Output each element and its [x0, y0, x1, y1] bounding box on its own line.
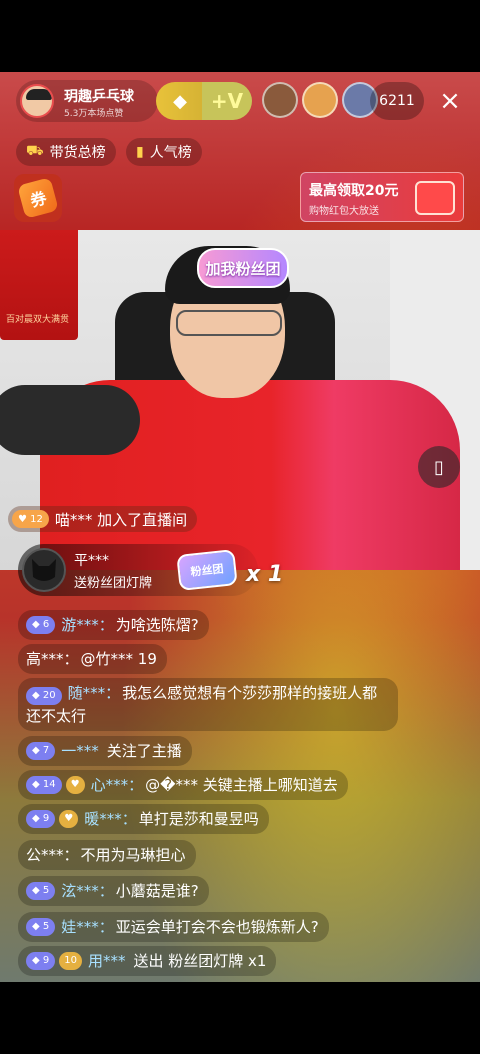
chat-message[interactable]: ◆ 6 游***： 为啥选陈熠?	[18, 610, 209, 640]
level-badge: ◆ 9	[26, 952, 56, 970]
gift-sender-name: 平***	[74, 553, 109, 569]
chat-message[interactable]: ◆ 9 10 用*** 送出 粉丝团灯牌 x1	[18, 946, 277, 976]
chat-user[interactable]: 泫***：	[61, 880, 114, 902]
level-badge: ◆ 6	[26, 616, 56, 634]
chat-text: 不用为马琳担心	[80, 846, 186, 864]
level-badge: ◆ 5	[26, 918, 56, 936]
chat-user[interactable]: 用***	[88, 950, 126, 972]
coupon-icon: 券	[17, 177, 59, 219]
chat-text: 关注了主播	[106, 742, 182, 760]
anchor-avatar[interactable]	[20, 84, 54, 118]
chat-user[interactable]: 娃***：	[61, 916, 114, 938]
chat-user[interactable]: 公***：	[26, 844, 79, 866]
viewer-avatar[interactable]	[302, 82, 338, 118]
chat-text: 送出 粉丝团灯牌 x1	[133, 952, 267, 970]
coupon-button[interactable]: 券	[14, 174, 62, 222]
viewer-avatar[interactable]	[262, 82, 298, 118]
chat-message[interactable]: 公***： 不用为马琳担心	[18, 840, 196, 870]
popularity-rank-label: 人气榜	[149, 145, 192, 161]
red-packet-banner[interactable]: 最高领取20元 购物红包大放送	[300, 172, 464, 222]
screen-rotate-icon[interactable]: ▯	[418, 446, 460, 488]
gift-description: 送粉丝团灯牌	[74, 576, 153, 591]
anchor-likes: 5.3万本场点赞	[64, 109, 124, 119]
chat-text: 亚运会单打会不会也锻炼新人?	[115, 918, 319, 936]
level-badge: ◆ 9	[26, 810, 56, 828]
close-icon[interactable]: ×	[432, 82, 468, 120]
chat-message[interactable]: ◆ 14 ♥ 心***： @�*** 关键主播上哪知道去	[18, 770, 348, 800]
gift-sender-avatar[interactable]	[22, 548, 66, 592]
join-text: 喵*** 加入了直播间	[54, 510, 188, 529]
join-notice: ♥ 12 喵*** 加入了直播间	[8, 506, 198, 532]
gift-count: x 1	[246, 562, 284, 587]
streamer-glasses	[176, 310, 282, 336]
microphone	[0, 385, 140, 455]
chat-message[interactable]: ◆ 5 娃***： 亚运会单打会不会也锻炼新人?	[18, 912, 329, 942]
fan-badge: 10	[59, 952, 82, 970]
chat-user[interactable]: 心***：	[91, 774, 144, 796]
chat-text: 单打是莎和曼昱吗	[138, 810, 259, 828]
anchor-card[interactable]: 玥趣乒乓球 5.3万本场点赞	[16, 80, 158, 122]
chat-text: @竹*** 19	[80, 650, 157, 668]
chat-text: 小蘑菇是谁?	[115, 882, 199, 900]
level-badge: ◆ 20	[26, 687, 62, 705]
fan-club-light-icon: 粉丝团	[176, 549, 238, 591]
chat-message[interactable]: ◆ 5 泫***： 小蘑菇是谁?	[18, 876, 209, 906]
bar-chart-icon: ▮	[136, 144, 144, 160]
red-packet-title: 最高领取20元	[309, 183, 399, 199]
chat-message[interactable]: ◆ 7 一*** 关注了主播	[18, 736, 192, 766]
red-packet-subtitle: 购物红包大放送	[309, 206, 379, 217]
sales-rank-label: 带货总榜	[49, 145, 106, 161]
anchor-name: 玥趣乒乓球	[64, 89, 134, 105]
level-badge: ◆ 14	[26, 776, 62, 794]
sales-rank-button[interactable]: ⛟ 带货总榜	[16, 138, 116, 166]
join-fan-club-sticker[interactable]: 加我粉丝团	[197, 248, 289, 288]
chat-message[interactable]: ◆ 9 ♥ 暖***： 单打是莎和曼昱吗	[18, 804, 269, 834]
chat-text: @�*** 关键主播上哪知道去	[145, 776, 338, 794]
red-envelope-icon	[415, 181, 455, 215]
poster-text: 百对晨双大满贯	[6, 315, 70, 325]
chat-text: 为啥选陈熠?	[115, 616, 199, 634]
chat-user[interactable]: 游***：	[61, 614, 114, 636]
diamond-icon[interactable]: ◆	[156, 82, 204, 120]
level-badge: ♥ 12	[12, 510, 49, 528]
gift-banner: 平*** 送粉丝团灯牌 粉丝团	[18, 544, 258, 596]
fan-badge: ♥	[59, 810, 79, 828]
plus-v-badge[interactable]: +V	[202, 82, 252, 120]
fan-badge: ♥	[65, 776, 85, 794]
cat-icon	[32, 559, 56, 581]
popularity-rank-button[interactable]: ▮ 人气榜	[126, 138, 202, 166]
viewer-count[interactable]: 6211	[370, 82, 424, 120]
top-bar: 玥趣乒乓球 5.3万本场点赞 ◆ +V 6211 ×	[0, 72, 480, 130]
chat-user[interactable]: 随***：	[68, 684, 121, 702]
chat-message[interactable]: 高***： @竹*** 19	[18, 644, 167, 674]
level-badge: ◆ 7	[26, 742, 56, 760]
level-badge: ◆ 5	[26, 882, 56, 900]
cart-icon: ⛟	[26, 143, 44, 159]
chat-user[interactable]: 暖***：	[84, 808, 137, 830]
wall-poster: 百对晨双大满贯	[0, 230, 78, 340]
chat-message[interactable]: ◆ 20 随***： 我怎么感觉想有个莎莎那样的接班人都还不太行	[18, 678, 398, 731]
chat-user[interactable]: 高***：	[26, 648, 79, 670]
chat-user[interactable]: 一***	[61, 740, 99, 762]
